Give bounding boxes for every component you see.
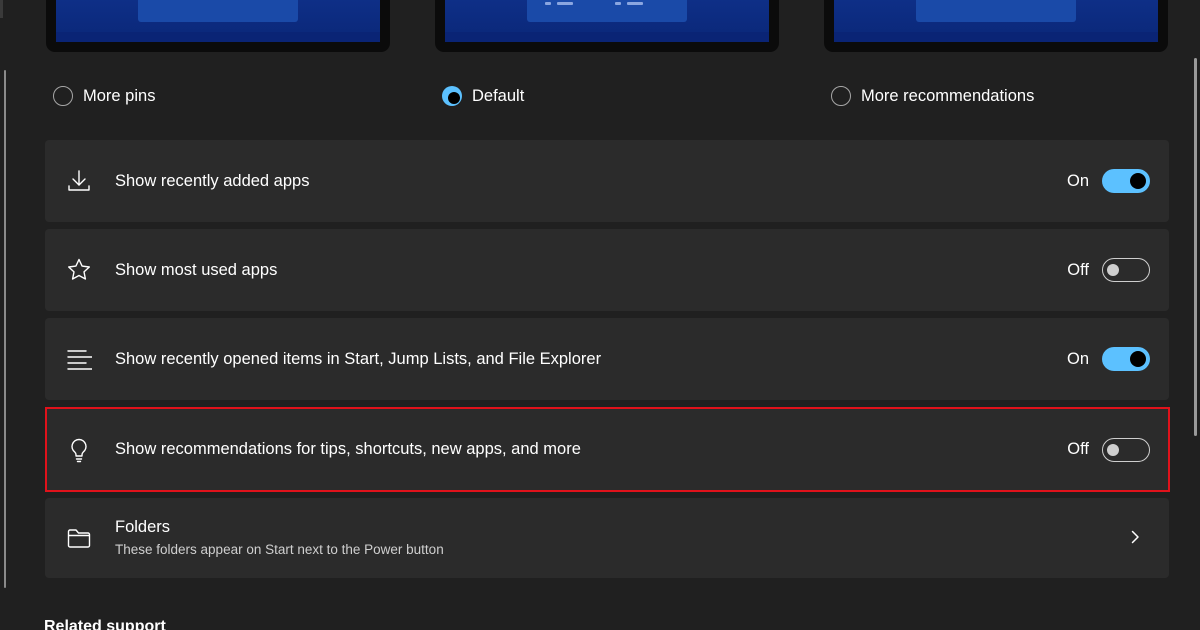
layout-preview-more-pins[interactable]	[46, 0, 390, 52]
toggle-state-text: On	[1066, 349, 1089, 368]
taskbar-preview	[56, 32, 380, 42]
setting-label: Show recently added apps	[115, 171, 310, 190]
download-icon	[65, 167, 93, 195]
list-icon	[65, 345, 93, 373]
toggle-switch[interactable]	[1102, 437, 1150, 462]
star-icon	[65, 256, 93, 284]
folders-subtitle: These folders appear on Start next to th…	[115, 542, 444, 557]
setting-recommendations: Show recommendations for tips, shortcuts…	[45, 408, 1169, 491]
layout-preview-screen	[834, 0, 1158, 42]
setting-recently-opened-items: Show recently opened items in Start, Jum…	[45, 318, 1169, 400]
start-menu-preview	[916, 0, 1076, 22]
radio-label: More recommendations	[861, 86, 1035, 105]
sidebar-scrollbar[interactable]	[4, 70, 6, 588]
radio-button-checked[interactable]	[442, 86, 462, 106]
radio-label: More pins	[83, 86, 156, 105]
layout-preview-default[interactable]	[435, 0, 779, 52]
preview-line	[627, 2, 643, 5]
setting-most-used-apps: Show most used apps Off	[45, 229, 1169, 311]
radio-more-pins[interactable]: More pins	[53, 82, 155, 110]
toggle-switch[interactable]	[1102, 258, 1150, 282]
toggle-switch[interactable]	[1102, 347, 1150, 371]
layout-preview-screen	[445, 0, 769, 42]
start-menu-preview	[138, 0, 298, 22]
radio-button-unchecked[interactable]	[53, 86, 73, 106]
toggle-state-text: Off	[1067, 260, 1089, 279]
toggle-state-text: Off	[1067, 440, 1089, 458]
folder-icon	[65, 524, 93, 552]
lightbulb-icon	[65, 436, 93, 464]
start-settings-page: More pins Default More recommendations S…	[0, 0, 1200, 630]
preview-icon	[545, 2, 551, 5]
setting-folders[interactable]: Folders These folders appear on Start ne…	[45, 498, 1169, 578]
folders-title: Folders	[115, 518, 171, 536]
main-scrollbar-thumb[interactable]	[1194, 58, 1197, 436]
chevron-right-icon[interactable]	[1125, 527, 1145, 547]
toggle-state-text: On	[1066, 171, 1089, 190]
radio-more-recommendations[interactable]: More recommendations	[831, 82, 1034, 110]
radio-default[interactable]: Default	[442, 82, 524, 110]
taskbar-preview	[834, 32, 1158, 42]
toggle-switch[interactable]	[1102, 169, 1150, 193]
radio-button-unchecked[interactable]	[831, 86, 851, 106]
preview-icon	[615, 2, 621, 5]
start-menu-preview	[527, 0, 687, 22]
layout-preview-screen	[56, 0, 380, 42]
layout-preview-more-recommendations[interactable]	[824, 0, 1168, 52]
setting-recently-added-apps: Show recently added apps On	[45, 140, 1169, 222]
taskbar-preview	[445, 32, 769, 42]
left-edge-notch	[0, 0, 3, 18]
related-support-heading: Related support	[44, 618, 166, 630]
setting-label: Show most used apps	[115, 260, 278, 279]
setting-label: Show recently opened items in Start, Jum…	[115, 349, 602, 368]
main-scrollbar-track[interactable]	[1192, 0, 1200, 630]
preview-line	[557, 2, 573, 5]
radio-label: Default	[472, 86, 525, 105]
setting-label: Show recommendations for tips, shortcuts…	[115, 440, 581, 458]
